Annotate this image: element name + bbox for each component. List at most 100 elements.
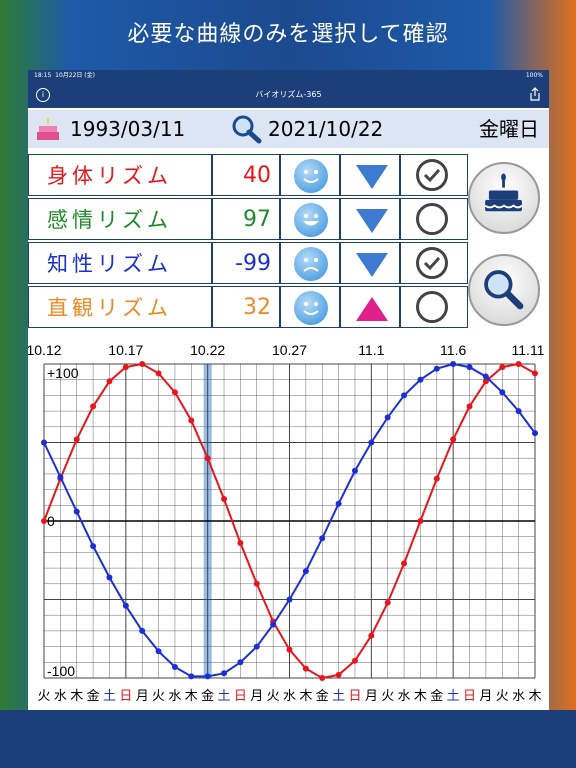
smile-face-icon: [294, 159, 328, 193]
data-point: [384, 599, 391, 606]
data-point: [401, 392, 408, 399]
weekday-label: 金曜日: [479, 117, 539, 141]
magnifier-icon[interactable]: [230, 114, 262, 144]
data-point: [302, 568, 309, 575]
headline: 必要な曲線のみを選択して確認: [127, 22, 449, 47]
search-icon: [484, 270, 524, 310]
weekday-label: 火: [267, 689, 280, 704]
rhythm-name: 直観リズム: [28, 286, 212, 328]
mood-cell: [280, 198, 340, 240]
weekday-label: 日: [348, 689, 361, 704]
nav-bar: i バイオリズム-365: [28, 82, 549, 108]
weekday-label: 金: [430, 688, 443, 704]
trend-cell: [340, 242, 400, 284]
checked-toggle[interactable]: [416, 247, 448, 279]
rhythm-row: 知性リズム -99: [28, 242, 468, 286]
data-point: [450, 436, 457, 443]
weekday-label: 日: [463, 689, 476, 704]
toggle-cell: [400, 242, 468, 284]
data-point: [515, 361, 522, 367]
data-point: [319, 535, 326, 542]
data-point: [90, 543, 97, 550]
toggle-cell: [400, 286, 468, 328]
data-point: [155, 648, 162, 655]
weekday-label: 木: [528, 689, 541, 704]
birthday-button[interactable]: [468, 162, 540, 234]
data-point: [221, 496, 228, 503]
rhythm-row: 感情リズム 97: [28, 198, 468, 242]
status-bar: 18:15 10月22日 (金) 100%: [28, 70, 549, 82]
weekday-label: 火: [381, 689, 394, 704]
checked-toggle[interactable]: [416, 159, 448, 191]
rhythm-table: 身体リズム 40 感情リズム 97 知性リズム -99 直観リズム 32: [28, 154, 468, 330]
weekday-label: 月: [136, 689, 149, 704]
weekday-label: 土: [103, 689, 116, 704]
data-point: [417, 376, 424, 383]
date-tick-label: 10.22: [190, 342, 225, 358]
weekday-label: 水: [512, 689, 525, 704]
data-point: [41, 439, 47, 446]
data-point: [122, 364, 129, 371]
data-point: [122, 602, 129, 609]
weekday-label: 月: [365, 689, 378, 704]
weekday-label: 木: [185, 689, 198, 704]
data-point: [532, 430, 538, 437]
data-point: [106, 574, 113, 581]
data-point: [221, 670, 228, 677]
weekday-label: 水: [283, 689, 296, 704]
unchecked-toggle[interactable]: [416, 203, 448, 235]
target-date[interactable]: 2021/10/22: [268, 110, 383, 148]
mood-cell: [280, 286, 340, 328]
toggle-cell: [400, 198, 468, 240]
data-point: [286, 596, 293, 603]
search-button[interactable]: [468, 254, 540, 326]
triangle-down-icon: [355, 252, 389, 282]
weekday-label: 火: [496, 689, 509, 704]
data-point: [90, 403, 97, 410]
data-point: [237, 659, 244, 666]
biorhythm-chart[interactable]: 10.12 10.17 10.22 10.27 11.1 11.6 11.11 +100 0 -1…: [26, 338, 549, 710]
weekday-label: 土: [332, 689, 345, 704]
rhythm-name: 感情リズム: [28, 198, 212, 240]
data-point: [188, 417, 195, 424]
app-title: バイオリズム-365: [255, 90, 322, 99]
weekday-label: 月: [250, 689, 263, 704]
data-point: [433, 365, 440, 372]
date-tick-label: 10.12: [28, 342, 62, 358]
share-icon[interactable]: [529, 87, 541, 101]
trend-cell: [340, 154, 400, 196]
data-point: [532, 370, 538, 377]
unchecked-toggle[interactable]: [416, 291, 448, 323]
data-point: [466, 364, 473, 371]
weekday-label: 水: [168, 689, 181, 704]
data-point: [204, 455, 211, 462]
triangle-down-icon: [355, 164, 389, 194]
status-time: 18:15 10月22日 (金): [34, 72, 95, 79]
date-tick-label: 11.6: [440, 342, 466, 358]
grin-face-icon: [294, 203, 328, 237]
data-point: [482, 373, 489, 380]
smile-face-icon: [294, 291, 328, 325]
y-tick-label: 0: [47, 513, 55, 529]
birthday-cake-icon[interactable]: [34, 116, 62, 142]
date-tick-label: 10.27: [272, 342, 307, 358]
data-point: [171, 664, 178, 671]
rhythm-row: 身体リズム 40: [28, 154, 468, 198]
toggle-cell: [400, 154, 468, 196]
data-point: [368, 632, 375, 639]
weekday-label: 金: [201, 688, 214, 704]
data-point: [139, 361, 146, 367]
sad-face-icon: [294, 247, 328, 281]
data-point: [41, 518, 47, 524]
triangle-down-icon: [355, 208, 389, 238]
data-point: [417, 518, 424, 524]
rhythm-value: 40: [212, 154, 280, 196]
weekday-label: 木: [299, 689, 312, 704]
birth-date[interactable]: 1993/03/11: [70, 110, 185, 148]
weekday-label: 木: [414, 689, 427, 704]
data-point: [351, 467, 358, 474]
weekday-label: 水: [54, 689, 67, 704]
data-point: [73, 436, 80, 443]
data-point: [286, 646, 293, 653]
data-point: [319, 675, 326, 681]
